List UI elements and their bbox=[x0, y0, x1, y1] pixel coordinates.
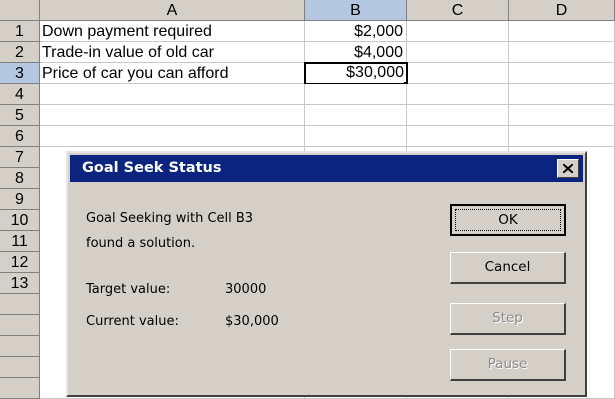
cell-d3[interactable] bbox=[509, 63, 615, 84]
pause-button-label: Pause bbox=[487, 356, 528, 372]
cancel-button-label: Cancel bbox=[484, 259, 531, 275]
row-header-4[interactable]: 4 bbox=[0, 84, 40, 105]
dialog-title: Goal Seek Status bbox=[82, 160, 222, 176]
cell-b1[interactable]: $2,000 bbox=[305, 21, 407, 42]
cell-b6[interactable] bbox=[305, 126, 407, 147]
cell-b2[interactable]: $4,000 bbox=[305, 42, 407, 63]
column-header-d[interactable]: D bbox=[509, 0, 615, 21]
row-header-17[interactable] bbox=[0, 357, 40, 378]
cell-a2[interactable]: Trade-in value of old car bbox=[40, 42, 305, 63]
cell-c4[interactable] bbox=[407, 84, 509, 105]
ok-button-label: OK bbox=[498, 212, 518, 228]
cell-c2[interactable] bbox=[407, 42, 509, 63]
row-header-7[interactable]: 7 bbox=[0, 147, 40, 168]
target-value-label: Target value: bbox=[86, 282, 171, 297]
current-value-label: Current value: bbox=[86, 314, 179, 329]
row-header-16[interactable] bbox=[0, 336, 40, 357]
close-icon bbox=[563, 164, 573, 173]
select-all-corner[interactable] bbox=[0, 0, 40, 21]
row-header-9[interactable]: 9 bbox=[0, 189, 40, 210]
cell-d1[interactable] bbox=[509, 21, 615, 42]
cell-a3[interactable]: Price of car you can afford bbox=[40, 63, 305, 84]
cell-a6[interactable] bbox=[40, 126, 305, 147]
row-header-13[interactable]: 13 bbox=[0, 273, 40, 294]
message-line-1: Goal Seeking with Cell B3 bbox=[86, 211, 254, 226]
row-header-6[interactable]: 6 bbox=[0, 126, 40, 147]
row-header-15[interactable] bbox=[0, 315, 40, 336]
ok-button[interactable]: OK bbox=[450, 204, 566, 236]
cell-d5[interactable] bbox=[509, 105, 615, 126]
close-button[interactable] bbox=[557, 159, 579, 178]
cell-a1[interactable]: Down payment required bbox=[40, 21, 305, 42]
cell-a4[interactable] bbox=[40, 84, 305, 105]
row-header-10[interactable]: 10 bbox=[0, 210, 40, 231]
current-value: $30,000 bbox=[225, 314, 279, 329]
cell-a5[interactable] bbox=[40, 105, 305, 126]
pause-button[interactable]: Pause bbox=[450, 349, 566, 381]
column-header-b[interactable]: B bbox=[305, 0, 407, 21]
goal-seek-status-dialog: Goal Seek Status Goal Seeking with Cell … bbox=[66, 151, 587, 397]
row-header-8[interactable]: 8 bbox=[0, 168, 40, 189]
column-header-c[interactable]: C bbox=[407, 0, 509, 21]
row-header-18[interactable] bbox=[0, 378, 40, 399]
cell-c1[interactable] bbox=[407, 21, 509, 42]
dialog-titlebar[interactable]: Goal Seek Status bbox=[70, 155, 583, 182]
cell-c6[interactable] bbox=[407, 126, 509, 147]
cell-b5[interactable] bbox=[305, 105, 407, 126]
row-header-11[interactable]: 11 bbox=[0, 231, 40, 252]
target-value: 30000 bbox=[225, 282, 267, 297]
cell-c5[interactable] bbox=[407, 105, 509, 126]
message-line-2: found a solution. bbox=[86, 236, 196, 251]
cancel-button[interactable]: Cancel bbox=[450, 252, 566, 284]
cell-b3-active[interactable]: $30,000 bbox=[304, 62, 408, 85]
cell-d4[interactable] bbox=[509, 84, 615, 105]
column-header-a[interactable]: A bbox=[40, 0, 305, 21]
cell-d2[interactable] bbox=[509, 42, 615, 63]
row-header-12[interactable]: 12 bbox=[0, 252, 40, 273]
row-header-2[interactable]: 2 bbox=[0, 42, 40, 63]
step-button-label: Step bbox=[492, 310, 523, 326]
cell-d6[interactable] bbox=[509, 126, 615, 147]
row-header-3[interactable]: 3 bbox=[0, 63, 40, 84]
cell-c3[interactable] bbox=[408, 63, 509, 84]
step-button[interactable]: Step bbox=[450, 303, 566, 335]
row-header-5[interactable]: 5 bbox=[0, 105, 40, 126]
row-header-1[interactable]: 1 bbox=[0, 21, 40, 42]
cell-b4[interactable] bbox=[305, 84, 407, 105]
row-header-14[interactable] bbox=[0, 294, 40, 315]
